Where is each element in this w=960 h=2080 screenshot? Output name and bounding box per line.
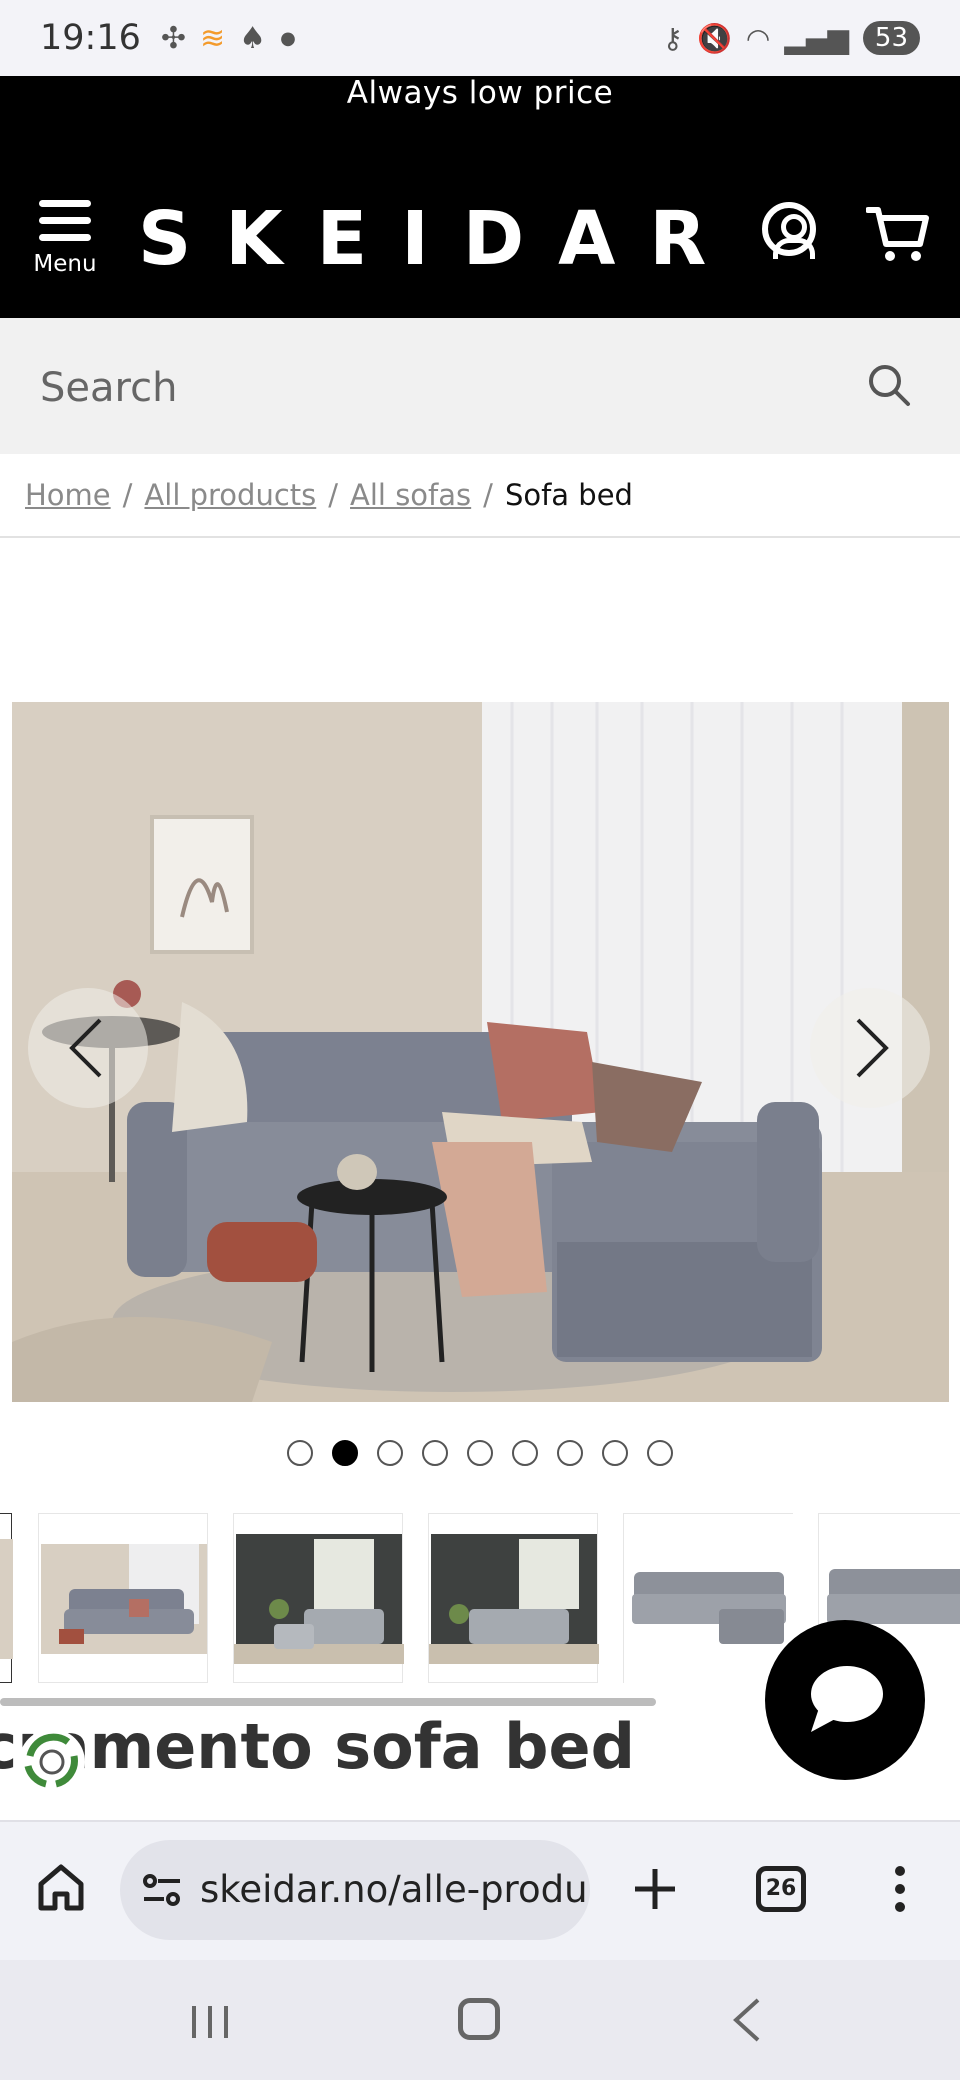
search-input[interactable] — [40, 358, 840, 418]
status-bar: 19:16 ✣ ≋ ♠ ● ⚷ 🔇 ◠ ▂▄▆ 53 — [0, 0, 960, 76]
thumbnail-3[interactable] — [428, 1513, 599, 1683]
tabs-button[interactable]: 26 — [756, 1866, 806, 1912]
chat-button[interactable] — [765, 1620, 925, 1780]
gallery-next-button[interactable] — [810, 988, 930, 1108]
status-right-icons: ⚷ 🔇 ◠ ▂▄▆ 53 — [662, 21, 920, 55]
address-bar[interactable]: skeidar.no/alle-produ — [120, 1840, 590, 1940]
gallery-prev-button[interactable] — [28, 988, 148, 1108]
breadcrumb: Home / All products / All sofas / Sofa b… — [0, 454, 960, 538]
app-icon: ≋ — [200, 20, 226, 56]
more-options-icon[interactable] — [895, 1866, 905, 1912]
thumbnail-4[interactable] — [623, 1513, 794, 1683]
account-icon[interactable] — [762, 202, 816, 259]
thumbnail-2[interactable] — [233, 1513, 404, 1683]
gallery-dot-1[interactable] — [287, 1440, 313, 1466]
pinwheel-icon: ✣ — [160, 20, 187, 56]
promo-banner: Always low price — [0, 76, 960, 186]
battery-level: 53 — [874, 23, 908, 53]
breadcrumb-all-sofas[interactable]: All sofas — [350, 478, 471, 512]
signal-icon: ▂▄▆ — [784, 21, 849, 55]
gallery-dot-6[interactable] — [512, 1440, 538, 1466]
battery-icon: 53 — [862, 21, 920, 55]
nav-home-icon[interactable] — [458, 1998, 500, 2040]
gallery-dot-3[interactable] — [377, 1440, 403, 1466]
thumbnail-partial[interactable] — [0, 1513, 13, 1683]
status-time: 19:16 — [40, 18, 141, 58]
search-bar — [0, 318, 960, 454]
snapchat-icon: ♠ — [239, 20, 267, 56]
cart-icon[interactable] — [866, 204, 930, 264]
breadcrumb-separator: / — [122, 478, 133, 512]
gallery-dot-2[interactable] — [332, 1440, 358, 1466]
gallery-dot-5[interactable] — [467, 1440, 493, 1466]
wifi-icon: ◠ — [745, 21, 771, 55]
site-header: Menu SKEIDAR — [0, 186, 960, 318]
breadcrumb-separator: / — [483, 478, 493, 512]
breadcrumb-home[interactable]: Home — [25, 478, 111, 512]
mute-icon: 🔇 — [696, 21, 732, 55]
chevron-right-icon — [856, 1018, 889, 1078]
url-text[interactable]: skeidar.no/alle-produ — [200, 1868, 588, 1911]
status-left-icons: ✣ ≋ ♠ ● — [161, 21, 296, 56]
dot-icon: ● — [280, 27, 296, 49]
site-settings-icon[interactable] — [142, 1872, 182, 1908]
breadcrumb-separator: / — [328, 478, 339, 512]
gallery-dot-7[interactable] — [557, 1440, 583, 1466]
tab-count: 26 — [765, 1876, 797, 1901]
promo-text: Always low price — [346, 75, 614, 111]
product-main-image[interactable] — [12, 702, 949, 1402]
chat-bubble-icon — [811, 1666, 883, 1732]
breadcrumb-current: Sofa bed — [504, 478, 633, 512]
living-room-sofa-image — [12, 702, 949, 1402]
back-icon[interactable] — [732, 1998, 762, 2042]
key-icon: ⚷ — [662, 21, 683, 55]
home-icon[interactable] — [36, 1862, 86, 1912]
recycle-icon[interactable] — [16, 1726, 88, 1798]
thumbnail-1[interactable] — [38, 1513, 208, 1683]
gallery-dot-9[interactable] — [647, 1440, 673, 1466]
new-tab-icon[interactable] — [632, 1866, 678, 1912]
gallery-dot-8[interactable] — [602, 1440, 628, 1466]
breadcrumb-all-products[interactable]: All products — [144, 478, 316, 512]
gallery-dot-4[interactable] — [422, 1440, 448, 1466]
skeidar-logo[interactable]: SKEIDAR — [138, 196, 740, 282]
search-icon[interactable] — [866, 362, 912, 408]
product-title-text: Sacramento sofa bed — [0, 1710, 635, 1783]
chevron-left-icon — [69, 1018, 102, 1078]
thumbnail-scrollbar[interactable] — [0, 1698, 656, 1706]
menu-label: Menu — [33, 251, 97, 277]
recent-apps-icon[interactable] — [190, 2004, 230, 2040]
gallery-pagination — [0, 1440, 960, 1466]
hamburger-icon — [30, 200, 100, 241]
menu-button[interactable]: Menu — [30, 200, 100, 290]
